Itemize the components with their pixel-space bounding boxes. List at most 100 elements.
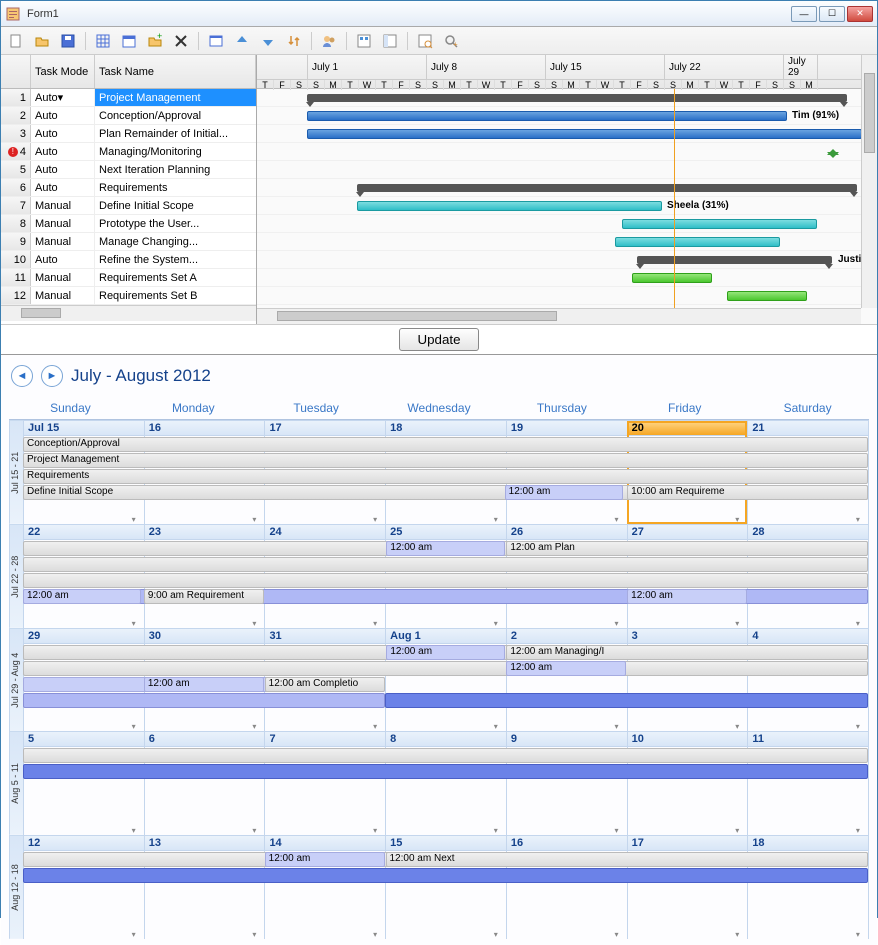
gantt-bar[interactable] (622, 219, 817, 229)
expand-arrow-icon[interactable]: ▾ (373, 515, 377, 524)
task-name-cell[interactable]: Next Iteration Planning (95, 161, 256, 178)
calendar-event[interactable]: Project Management (23, 453, 868, 468)
calendar-event[interactable]: 12:00 am (505, 485, 623, 500)
calendar-event[interactable]: 12:00 am Managing/I (506, 645, 868, 660)
expand-arrow-icon[interactable]: ▾ (132, 722, 136, 731)
calendar-event[interactable]: 12:00 am Completio (265, 677, 385, 692)
calendar-event[interactable] (23, 748, 868, 763)
expand-arrow-icon[interactable]: ▾ (856, 826, 860, 835)
maximize-button[interactable]: ☐ (819, 6, 845, 22)
task-mode-cell[interactable]: Manual (31, 233, 95, 250)
expand-arrow-icon[interactable]: ▾ (252, 515, 256, 524)
gantt-bar[interactable] (307, 129, 862, 139)
task-name-cell[interactable]: Refine the System... (95, 251, 256, 268)
task-mode-cell[interactable]: Auto ▾ (31, 89, 95, 106)
task-row[interactable]: !4AutoManaging/Monitoring (1, 143, 256, 161)
insert-icon[interactable]: + (144, 30, 166, 52)
expand-arrow-icon[interactable]: ▾ (615, 515, 619, 524)
up-icon[interactable] (231, 30, 253, 52)
task-row[interactable]: 9ManualManage Changing... (1, 233, 256, 251)
expand-arrow-icon[interactable]: ▾ (735, 515, 739, 524)
task-mode-cell[interactable]: Auto (31, 251, 95, 268)
calendar-icon[interactable] (118, 30, 140, 52)
task-name-cell[interactable]: Conception/Approval (95, 107, 256, 124)
sort-icon[interactable] (283, 30, 305, 52)
calendar-event[interactable]: Conception/Approval (23, 437, 868, 452)
gantt-bar[interactable]: Justin (637, 256, 832, 264)
expand-arrow-icon[interactable]: ▾ (373, 722, 377, 731)
calendar-event[interactable]: 12:00 am (506, 661, 626, 676)
task-mode-cell[interactable]: Auto (31, 107, 95, 124)
task-mode-cell[interactable]: Auto (31, 179, 95, 196)
expand-arrow-icon[interactable]: ▾ (856, 515, 860, 524)
app-icon[interactable] (205, 30, 227, 52)
gantt-vscroll[interactable] (861, 55, 877, 308)
calendar-event[interactable] (385, 693, 868, 708)
expand-arrow-icon[interactable]: ▾ (494, 515, 498, 524)
task-name-cell[interactable]: Define Initial Scope (95, 197, 256, 214)
task-row[interactable]: 12ManualRequirements Set B (1, 287, 256, 305)
gantt-chart[interactable]: July 1July 8July 15July 22July 29TFSSMTW… (257, 55, 877, 324)
expand-arrow-icon[interactable]: ▾ (373, 826, 377, 835)
expand-arrow-icon[interactable]: ▾ (856, 722, 860, 731)
expand-arrow-icon[interactable]: ▾ (856, 619, 860, 628)
grid-icon[interactable] (92, 30, 114, 52)
expand-arrow-icon[interactable]: ▾ (494, 619, 498, 628)
gantt-bar[interactable] (307, 94, 847, 102)
expand-arrow-icon[interactable]: ▾ (252, 619, 256, 628)
task-mode-cell[interactable]: Manual (31, 269, 95, 286)
gantt-bar[interactable] (357, 184, 857, 192)
task-row[interactable]: 7ManualDefine Initial Scope (1, 197, 256, 215)
task-name-cell[interactable]: Plan Remainder of Initial... (95, 125, 256, 142)
col-task-name[interactable]: Task Name (95, 55, 256, 88)
down-icon[interactable] (257, 30, 279, 52)
expand-arrow-icon[interactable]: ▾ (735, 930, 739, 939)
delete-icon[interactable] (170, 30, 192, 52)
calendar-event[interactable]: 12:00 am Plan (506, 541, 868, 556)
calendar-event[interactable]: 12:00 am (144, 677, 264, 692)
expand-arrow-icon[interactable]: ▾ (252, 826, 256, 835)
calendar-event[interactable] (23, 693, 385, 708)
close-button[interactable]: ✕ (847, 6, 873, 22)
filter-icon[interactable] (414, 30, 436, 52)
task-name-cell[interactable]: Prototype the User... (95, 215, 256, 232)
gantt-bar[interactable]: Tim (91%) (307, 111, 787, 121)
task-mode-cell[interactable]: Manual (31, 287, 95, 304)
view2-icon[interactable] (379, 30, 401, 52)
expand-arrow-icon[interactable]: ▾ (615, 930, 619, 939)
task-name-cell[interactable]: Requirements (95, 179, 256, 196)
expand-arrow-icon[interactable]: ▾ (494, 722, 498, 731)
task-name-cell[interactable]: Requirements Set A (95, 269, 256, 286)
task-row[interactable]: 8ManualPrototype the User... (1, 215, 256, 233)
calendar-event[interactable] (23, 557, 868, 572)
gantt-bar[interactable] (727, 291, 807, 301)
calendar-event[interactable]: 12:00 am (386, 541, 504, 556)
calendar-event[interactable]: 9:00 am Requirement (144, 589, 264, 604)
calendar-event[interactable]: 12:00 am (627, 589, 747, 604)
task-row[interactable]: 2AutoConception/Approval (1, 107, 256, 125)
expand-arrow-icon[interactable]: ▾ (735, 619, 739, 628)
calendar-event[interactable]: 12:00 am (386, 645, 504, 660)
calendar-event[interactable]: 12:00 am (265, 852, 385, 867)
task-row[interactable]: 3AutoPlan Remainder of Initial... (1, 125, 256, 143)
new-icon[interactable] (5, 30, 27, 52)
find-icon[interactable]: + (440, 30, 462, 52)
col-task-mode[interactable]: Task Mode (31, 55, 95, 88)
expand-arrow-icon[interactable]: ▾ (615, 722, 619, 731)
task-row[interactable]: 1Auto ▾Project Management (1, 89, 256, 107)
expand-arrow-icon[interactable]: ▾ (735, 826, 739, 835)
minimize-button[interactable]: — (791, 6, 817, 22)
save-icon[interactable] (57, 30, 79, 52)
gantt-bar[interactable] (615, 237, 780, 247)
expand-arrow-icon[interactable]: ▾ (735, 722, 739, 731)
expand-arrow-icon[interactable]: ▾ (856, 930, 860, 939)
open-icon[interactable] (31, 30, 53, 52)
calendar-event[interactable]: 10:00 am Requireme (627, 485, 868, 500)
users-icon[interactable] (318, 30, 340, 52)
calendar-event[interactable] (23, 573, 868, 588)
expand-arrow-icon[interactable]: ▾ (373, 930, 377, 939)
task-mode-cell[interactable]: Auto (31, 125, 95, 142)
expand-arrow-icon[interactable]: ▾ (494, 826, 498, 835)
expand-arrow-icon[interactable]: ▾ (132, 515, 136, 524)
calendar-event[interactable] (23, 868, 868, 883)
